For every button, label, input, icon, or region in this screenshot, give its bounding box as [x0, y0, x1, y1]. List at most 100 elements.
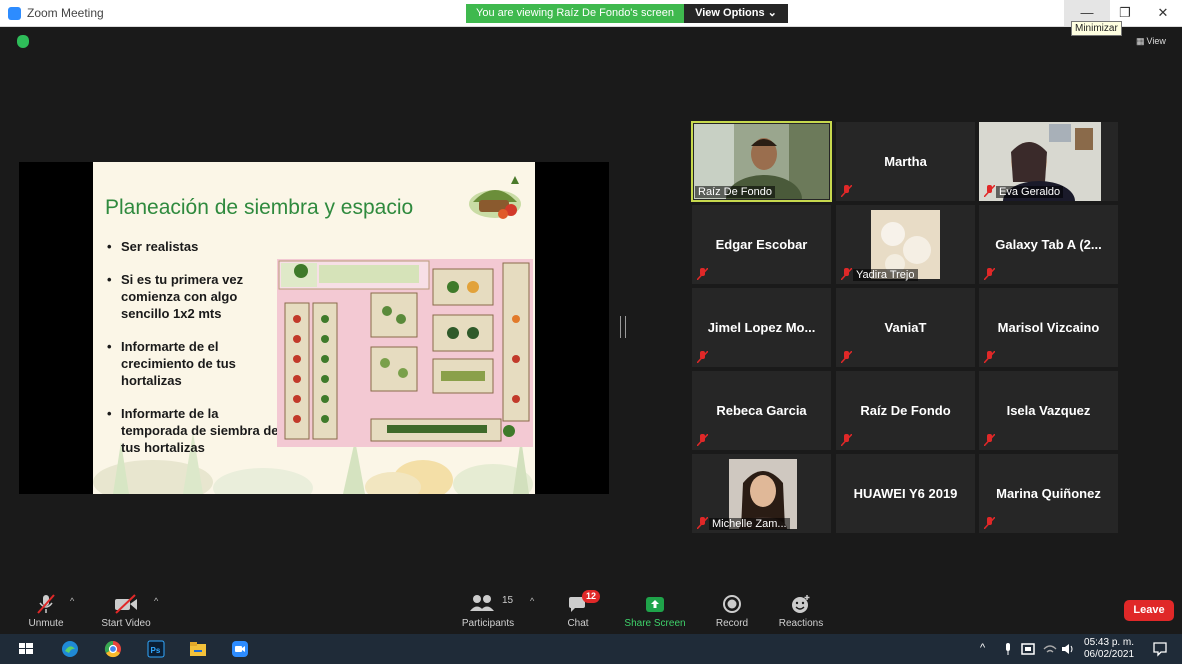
windows-start-icon[interactable] — [16, 639, 36, 659]
participant-tile[interactable]: Rebeca Garcia — [692, 371, 831, 450]
file-explorer-icon[interactable] — [188, 639, 208, 659]
participant-tile[interactable]: Isela Vazquez — [979, 371, 1118, 450]
grid-icon: ▦ — [1136, 36, 1145, 46]
minimize-tooltip: Minimizar — [1071, 21, 1122, 36]
tray-app-icon[interactable] — [1018, 639, 1038, 659]
muted-mic-icon — [984, 351, 995, 363]
participant-tile[interactable]: HUAWEI Y6 2019 — [836, 454, 975, 533]
participant-name: Edgar Escobar — [715, 237, 808, 252]
view-options-label: View Options — [695, 7, 765, 19]
presentation-slide: Planeación de siembra y espacio Ser real… — [93, 162, 535, 494]
muted-mic-icon — [984, 185, 995, 197]
video-options-caret-icon[interactable]: ^ — [154, 596, 158, 606]
reactions-button[interactable]: Reactions — [761, 590, 841, 632]
title-bar: Zoom Meeting You are viewing Raíz De Fon… — [0, 0, 1182, 27]
taskbar-clock[interactable]: 05:43 p. m. 06/02/2021 — [1084, 637, 1134, 661]
share-screen-label: Share Screen — [624, 618, 686, 629]
record-label: Record — [715, 618, 749, 629]
muted-mic-icon — [984, 517, 995, 529]
participants-button[interactable]: 15 Participants — [448, 590, 528, 632]
participant-name: VaniaT — [884, 320, 927, 335]
garden-plan-illustration — [277, 259, 533, 447]
participant-tile[interactable]: Marisol Vizcaino — [979, 288, 1118, 367]
participants-icon — [470, 595, 494, 611]
view-label: View — [1146, 36, 1166, 46]
zoom-app-icon — [8, 7, 21, 20]
muted-mic-icon — [697, 351, 708, 363]
record-button[interactable]: Record — [692, 590, 772, 632]
muted-mic-icon — [841, 434, 852, 446]
smiley-reaction-icon — [792, 595, 810, 613]
participant-tile[interactable]: Martha — [836, 122, 975, 201]
participant-name-label: Eva Geraldo — [996, 186, 1064, 198]
participants-count: 15 — [502, 595, 514, 606]
participant-tile[interactable]: Galaxy Tab A (2... — [979, 205, 1118, 284]
chrome-browser-icon[interactable] — [103, 639, 123, 659]
muted-mic-icon — [841, 351, 852, 363]
participant-name: Marina Quiñonez — [996, 486, 1101, 501]
close-button[interactable]: ✕ — [1140, 0, 1182, 26]
slide-title: Planeación de siembra y espacio — [105, 196, 414, 219]
participant-name: Isela Vazquez — [1006, 403, 1091, 418]
slide-bullet: Ser realistas — [107, 238, 287, 255]
slide-bullet: Si es tu primera vez comienza con algo s… — [107, 271, 287, 322]
muted-mic-icon — [984, 268, 995, 280]
slide-bullet: Informarte de la temporada de siembra de… — [107, 405, 287, 456]
windows-taskbar: Ps ^ 05:43 p. m. 06/02/2021 — [0, 634, 1182, 664]
wifi-icon[interactable] — [1040, 639, 1060, 659]
participant-name: Martha — [884, 154, 927, 169]
participant-tile[interactable]: Raíz De Fondo — [691, 121, 832, 202]
raiz-de-fondo-logo — [469, 176, 521, 219]
muted-mic-icon — [841, 185, 852, 197]
meeting-toolbar: Unmute ^ Start Video ^ 15 Participants ^… — [0, 590, 1182, 632]
photoshop-icon[interactable]: Ps — [146, 639, 166, 659]
chat-unread-badge: 12 — [582, 590, 601, 603]
edge-browser-icon[interactable] — [60, 639, 80, 659]
tray-chevron-up-icon[interactable]: ^ — [980, 642, 985, 654]
security-shield-icon[interactable] — [17, 35, 29, 48]
screen-share-banner: You are viewing Raíz De Fondo's screen — [466, 4, 684, 23]
muted-mic-icon — [697, 434, 708, 446]
slide-bullet-list: Ser realistas Si es tu primera vez comie… — [107, 238, 287, 472]
participant-name-label: Yadira Trejo — [853, 269, 918, 281]
participant-tile[interactable]: Michelle Zam... — [692, 454, 831, 533]
start-video-label: Start Video — [101, 618, 151, 629]
audio-options-caret-icon[interactable]: ^ — [70, 596, 74, 606]
muted-mic-icon — [841, 268, 852, 280]
participant-name: Jimel Lopez Mo... — [707, 320, 816, 335]
participant-name: Raíz De Fondo — [860, 403, 951, 418]
split-view-handle[interactable] — [620, 316, 626, 338]
muted-mic-icon — [697, 517, 708, 529]
participant-name-label: Raíz De Fondo — [695, 186, 775, 198]
participant-tile[interactable]: Raíz De Fondo — [836, 371, 975, 450]
muted-mic-icon — [984, 434, 995, 446]
muted-mic-icon — [697, 268, 708, 280]
chat-label: Chat — [567, 618, 589, 629]
muted-microphone-icon — [37, 594, 55, 614]
participant-tile[interactable]: Eva Geraldo — [979, 122, 1118, 201]
participants-caret-icon[interactable]: ^ — [530, 596, 534, 606]
clock-date: 06/02/2021 — [1084, 649, 1135, 660]
participant-name: HUAWEI Y6 2019 — [853, 486, 958, 501]
share-screen-button[interactable]: Share Screen — [615, 590, 695, 632]
record-icon — [723, 595, 741, 613]
notifications-icon[interactable] — [1150, 639, 1170, 659]
participant-tile[interactable]: Jimel Lopez Mo... — [692, 288, 831, 367]
view-options-button[interactable]: View Options ⌄ — [684, 4, 788, 23]
volume-icon[interactable] — [1058, 639, 1078, 659]
video-off-icon — [115, 594, 137, 614]
svg-text:Ps: Ps — [151, 646, 161, 655]
zoom-taskbar-icon[interactable] — [230, 639, 250, 659]
tray-mic-icon[interactable] — [998, 639, 1018, 659]
participants-label: Participants — [461, 618, 515, 629]
view-button[interactable]: ▦ View — [1136, 35, 1168, 47]
participant-tile[interactable]: Edgar Escobar — [692, 205, 831, 284]
participant-tile[interactable]: VaniaT — [836, 288, 975, 367]
participant-tile[interactable]: Yadira Trejo — [836, 205, 975, 284]
unmute-label: Unmute — [28, 618, 64, 629]
chat-button[interactable]: 12 Chat — [538, 590, 618, 632]
leave-button[interactable]: Leave — [1124, 600, 1174, 621]
share-screen-icon — [646, 597, 664, 612]
participant-tile[interactable]: Marina Quiñonez — [979, 454, 1118, 533]
window-title: Zoom Meeting — [27, 6, 104, 20]
